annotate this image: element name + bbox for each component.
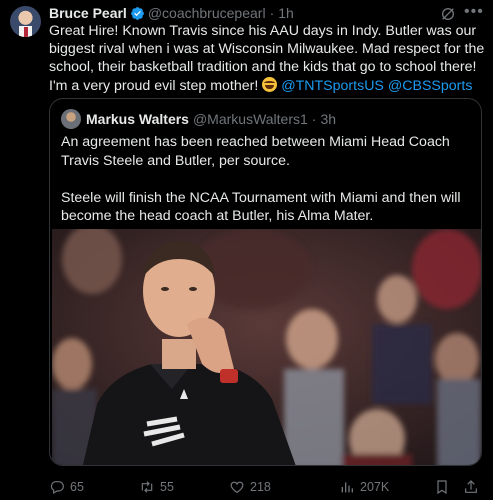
quoted-timestamp[interactable]: 3h — [320, 111, 336, 127]
heart-icon — [230, 481, 244, 494]
mention-cbssports[interactable]: @CBSSports — [388, 78, 473, 94]
more-options-icon[interactable]: ••• — [464, 4, 483, 22]
bookmark-button[interactable] — [434, 477, 450, 497]
separator-dot: · — [269, 5, 275, 21]
reply-icon — [50, 481, 64, 495]
laughing-face-emoji-icon — [262, 76, 278, 92]
quoted-author-name[interactable]: Markus Walters — [86, 111, 189, 127]
quoted-tweet-text: An agreement has been reached between Mi… — [61, 133, 473, 226]
repost-button[interactable]: 55 — [139, 477, 174, 497]
bookmark-icon — [437, 480, 447, 495]
quoted-paragraph-1: An agreement has been reached between Mi… — [61, 134, 450, 169]
author-avatar[interactable] — [10, 6, 41, 37]
reply-button[interactable]: 65 — [49, 477, 84, 497]
mention-tntsportsus[interactable]: @TNTSportsUS — [281, 78, 384, 94]
tweet-text: Great Hire! Known Travis since his AAU d… — [49, 22, 485, 95]
views-count: 207K — [360, 480, 390, 494]
tweet-header: Bruce Pearl @coachbrucepearl · 1h — [49, 3, 294, 23]
quoted-tweet[interactable]: Markus Walters @MarkusWalters1 · 3h An a… — [49, 98, 482, 466]
repost-count: 55 — [160, 480, 174, 494]
like-button[interactable]: 218 — [229, 477, 271, 497]
share-icon — [465, 480, 477, 493]
repost-icon — [141, 481, 153, 493]
views-button[interactable]: 207K — [339, 477, 389, 497]
quoted-paragraph-2: Steele will finish the NCAA Tournament w… — [61, 189, 461, 225]
views-chart-icon — [341, 482, 353, 493]
quoted-author-handle[interactable]: @MarkusWalters1 — [193, 111, 308, 127]
author-handle[interactable]: @coachbrucepearl — [148, 5, 266, 21]
share-button[interactable] — [463, 477, 479, 497]
tweet[interactable]: Bruce Pearl @coachbrucepearl · 1h ••• Gr… — [0, 0, 493, 500]
author-name[interactable]: Bruce Pearl — [49, 5, 127, 21]
quoted-author-avatar[interactable] — [61, 109, 81, 129]
quoted-separator-dot: · — [311, 111, 317, 127]
reply-count: 65 — [70, 480, 84, 494]
tweet-timestamp[interactable]: 1h — [278, 5, 294, 21]
grok-icon[interactable] — [440, 6, 456, 22]
coach-photo-illustration — [52, 229, 481, 465]
like-count: 218 — [250, 480, 271, 494]
quoted-tweet-header: Markus Walters @MarkusWalters1 · 3h — [86, 109, 336, 129]
verified-badge-icon — [130, 6, 144, 20]
tweet-actions: 65 55 218 207K — [49, 477, 485, 497]
quoted-tweet-photo[interactable] — [52, 229, 481, 465]
